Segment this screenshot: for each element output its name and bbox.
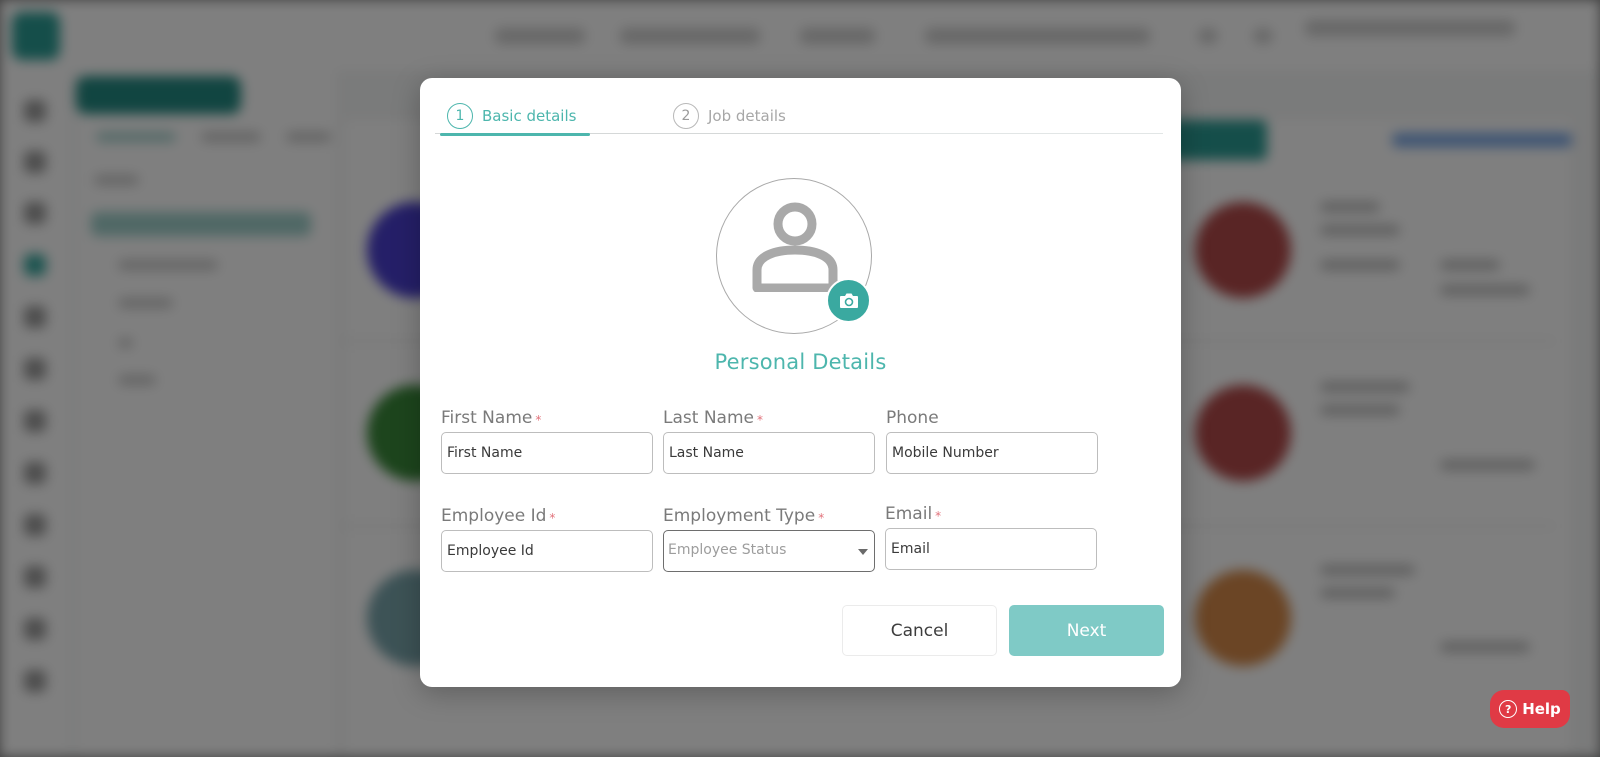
step-number: 1 xyxy=(447,103,473,129)
step-basic-details[interactable]: 1 Basic details xyxy=(439,98,591,136)
phone-field: Phone xyxy=(886,406,1098,474)
step-label: Basic details xyxy=(482,107,577,125)
email-field: Email * xyxy=(885,502,1097,570)
phone-label: Phone xyxy=(886,406,1098,430)
stepper: 1 Basic details 2 Job details xyxy=(435,98,1163,136)
next-button[interactable]: Next xyxy=(1009,605,1164,656)
first-name-label: First Name * xyxy=(441,406,653,430)
last-name-field: Last Name * xyxy=(663,406,875,474)
last-name-input[interactable] xyxy=(663,432,875,474)
label-text: Employee Id xyxy=(441,506,547,526)
upload-photo-button[interactable] xyxy=(826,278,871,323)
required-marker: * xyxy=(535,413,542,427)
phone-input[interactable] xyxy=(886,432,1098,474)
required-marker: * xyxy=(549,511,556,525)
label-text: First Name xyxy=(441,408,533,428)
first-name-input[interactable] xyxy=(441,432,653,474)
section-title: Personal Details xyxy=(714,350,887,374)
employment-type-select[interactable]: Employee Status xyxy=(663,530,875,572)
cancel-button[interactable]: Cancel xyxy=(842,605,997,656)
chevron-down-icon xyxy=(858,549,868,555)
required-marker: * xyxy=(818,511,825,525)
last-name-label: Last Name * xyxy=(663,406,875,430)
employee-id-input[interactable] xyxy=(441,530,653,572)
label-text: Phone xyxy=(886,408,939,428)
step-number: 2 xyxy=(673,103,699,129)
question-circle-icon: ? xyxy=(1499,700,1518,718)
person-placeholder-icon xyxy=(752,202,838,292)
email-input[interactable] xyxy=(885,528,1097,570)
employee-id-label: Employee Id * xyxy=(441,504,653,528)
label-text: Last Name xyxy=(663,408,754,428)
camera-icon xyxy=(839,293,858,308)
select-placeholder: Employee Status xyxy=(668,542,787,558)
email-label: Email * xyxy=(885,502,1097,526)
step-job-details[interactable]: 2 Job details xyxy=(673,98,786,134)
required-marker: * xyxy=(756,413,763,427)
required-marker: * xyxy=(935,509,942,523)
first-name-field: First Name * xyxy=(441,406,653,474)
help-label: Help xyxy=(1522,700,1561,718)
employment-type-field: Employment Type * Employee Status xyxy=(663,504,875,572)
help-button[interactable]: ? Help xyxy=(1490,690,1570,728)
label-text: Employment Type xyxy=(663,506,816,526)
employment-type-label: Employment Type * xyxy=(663,504,875,528)
employee-id-field: Employee Id * xyxy=(441,504,653,572)
step-label: Job details xyxy=(708,107,786,125)
add-employee-modal: 1 Basic details 2 Job details Personal D… xyxy=(420,78,1181,687)
label-text: Email xyxy=(885,504,933,524)
